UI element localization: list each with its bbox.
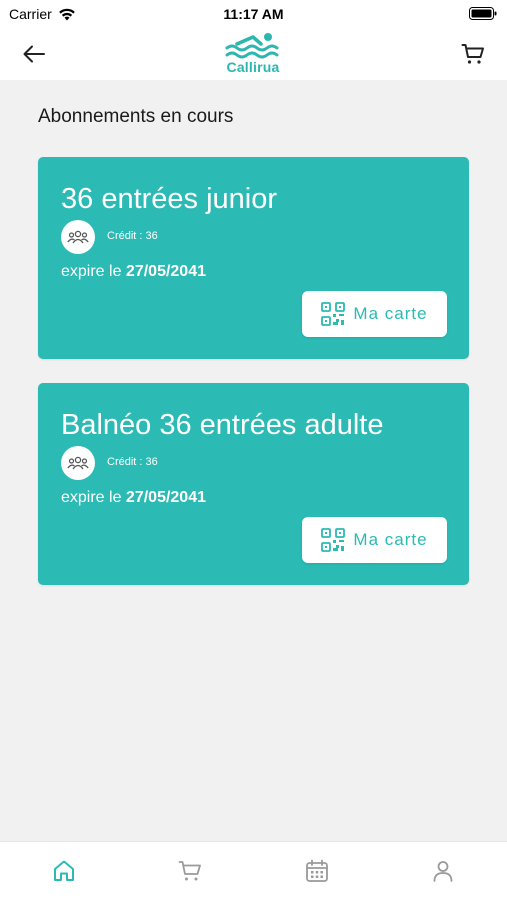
expiry-info: expire le 27/05/2041 — [61, 489, 206, 507]
back-button[interactable] — [20, 40, 48, 68]
tab-calendar[interactable] — [302, 856, 332, 886]
subscription-card: 36 entrées junior Crédit : 36 expire le … — [38, 157, 469, 359]
subscription-card: Balnéo 36 entrées adulte Crédit : 36 exp… — [38, 383, 469, 585]
home-icon — [54, 860, 74, 881]
group-icon — [67, 230, 89, 244]
user-icon — [433, 861, 453, 882]
tab-profile[interactable] — [428, 856, 458, 886]
expiry-prefix: expire le — [61, 263, 126, 280]
subscription-title: Balnéo 36 entrées adulte — [61, 409, 384, 441]
ma-carte-button[interactable]: Ma carte — [302, 291, 447, 337]
nav-bar: Callirua — [0, 28, 507, 80]
group-avatar — [61, 446, 95, 480]
expiry-info: expire le 27/05/2041 — [61, 263, 206, 281]
arrow-left-icon — [23, 45, 45, 63]
calendar-icon — [306, 859, 328, 882]
swimmer-icon — [225, 33, 279, 59]
ma-carte-button[interactable]: Ma carte — [302, 517, 447, 563]
ma-carte-label: Ma carte — [353, 530, 428, 549]
subscription-title: 36 entrées junior — [61, 183, 278, 215]
status-bar: Carrier 11:17 AM — [0, 0, 507, 28]
credit-label: Crédit : 36 — [107, 230, 158, 242]
credit-label: Crédit : 36 — [107, 456, 158, 468]
group-avatar — [61, 220, 95, 254]
expiry-prefix: expire le — [61, 489, 126, 506]
app-logo: Callirua — [213, 31, 293, 77]
logo-text: Callirua — [226, 59, 280, 75]
expiry-date: 27/05/2041 — [125, 489, 206, 506]
ma-carte-label: Ma carte — [353, 304, 428, 323]
expiry-date: 27/05/2041 — [125, 263, 206, 280]
cart-icon — [461, 44, 484, 64]
qr-code-icon — [321, 302, 346, 326]
group-icon — [67, 456, 89, 470]
tab-cart[interactable] — [175, 856, 205, 886]
cart-icon — [178, 861, 201, 881]
tab-bar — [0, 841, 507, 900]
qr-code-icon — [321, 528, 346, 552]
battery-icon — [469, 7, 497, 23]
section-title: Abonnements en cours — [38, 106, 234, 127]
cart-button[interactable] — [459, 40, 487, 68]
clock: 11:17 AM — [223, 6, 284, 22]
tab-home[interactable] — [49, 856, 79, 886]
